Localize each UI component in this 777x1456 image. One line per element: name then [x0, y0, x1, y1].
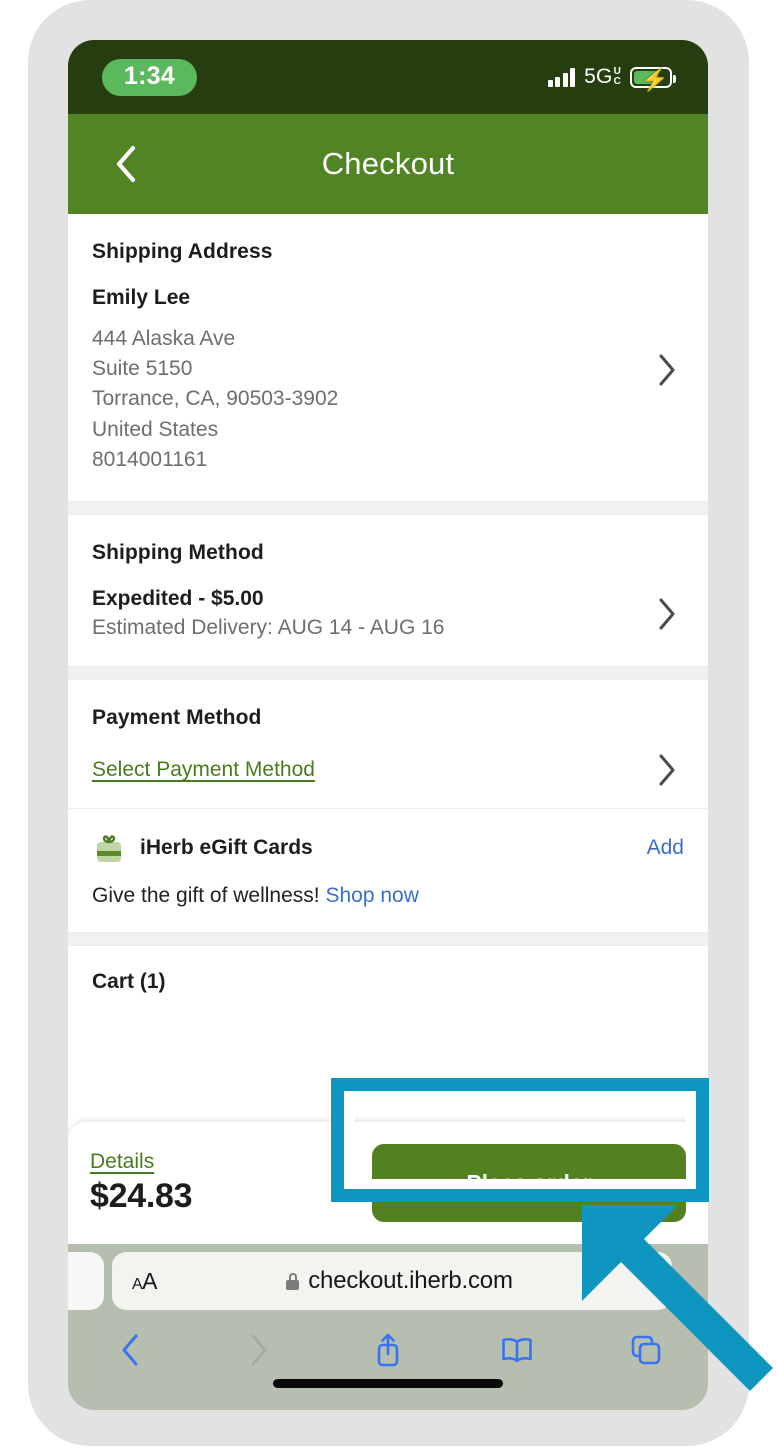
address-line: United States [92, 417, 219, 441]
network-type-suffix: U C [613, 66, 621, 87]
highlight-box-place-order [331, 1078, 709, 1202]
shipping-method-section[interactable]: Shipping Method Expedited - $5.00 Estima… [68, 515, 708, 667]
payment-method-section[interactable]: Payment Method Select Payment Method [68, 680, 708, 809]
select-payment-row[interactable]: Select Payment Method [92, 754, 684, 786]
shipping-address-details: Emily Lee 444 Alaska Ave Suite 5150 Torr… [92, 264, 640, 475]
order-details-link[interactable]: Details [90, 1150, 192, 1174]
safari-bookmarks-button[interactable] [489, 1324, 545, 1376]
address-phone: 8014001161 [92, 447, 208, 471]
gift-cards-row: iHerb eGift Cards Add [92, 831, 684, 865]
address-lines: 444 Alaska Ave Suite 5150 Torrance, CA, … [92, 324, 640, 475]
gift-promo-copy: Give the gift of wellness! [92, 884, 320, 908]
chevron-right-icon [659, 754, 675, 786]
chevron-right-icon [251, 1334, 267, 1366]
shipping-method-chevron[interactable] [650, 598, 684, 630]
pointer-arrow [582, 1205, 773, 1391]
payment-method-chevron[interactable] [650, 754, 684, 786]
home-indicator [273, 1379, 503, 1388]
chevron-left-icon [122, 1334, 138, 1366]
address-line: Suite 5150 [92, 357, 193, 381]
recipient-name: Emily Lee [92, 286, 191, 309]
status-time-pill: 1:34 [102, 58, 197, 96]
gift-cards-label: iHerb eGift Cards [140, 836, 313, 860]
section-divider [68, 666, 708, 681]
order-total-amount: $24.83 [90, 1177, 193, 1215]
gift-box-icon [92, 831, 126, 865]
cellular-signal-icon [547, 67, 576, 87]
shipping-method-row[interactable]: Expedited - $5.00 Estimated Delivery: AU… [92, 587, 684, 640]
share-icon [377, 1333, 399, 1367]
payment-method-heading: Payment Method [92, 706, 262, 730]
lock-icon [286, 1272, 300, 1290]
cart-section: Cart (1) [68, 946, 708, 1085]
shipping-address-row[interactable]: Emily Lee 444 Alaska Ave Suite 5150 Torr… [92, 264, 684, 475]
shipping-eta: Estimated Delivery: AUG 14 - AUG 16 [92, 616, 445, 640]
app-header: Checkout [68, 114, 708, 214]
book-icon [502, 1337, 532, 1363]
gift-shop-now-link[interactable]: Shop now [325, 884, 418, 907]
chevron-right-icon [659, 354, 675, 386]
safari-forward-button[interactable] [231, 1324, 287, 1376]
shipping-option-label: Expedited - $5.00 [92, 587, 264, 611]
safari-url-text: checkout.iherb.com [308, 1267, 513, 1294]
address-line: 444 Alaska Ave [92, 327, 236, 350]
back-button[interactable] [96, 135, 154, 193]
safari-previous-tab[interactable] [68, 1252, 104, 1310]
network-type-text: 5G [584, 65, 613, 88]
address-line: Torrance, CA, 90503-3902 [92, 387, 339, 411]
shipping-address-chevron[interactable] [650, 354, 684, 386]
select-payment-wrap: Select Payment Method [92, 758, 640, 782]
gift-cards-section: iHerb eGift Cards Add Give the gift of w… [68, 809, 708, 933]
screenshot-stage: 1:34 5G U C ⚡ Checkout Shipping Address … [0, 0, 777, 1456]
battery-charging-icon: ⚡ [630, 66, 676, 92]
safari-back-button[interactable] [102, 1324, 158, 1376]
status-indicators: 5G U C ⚡ [547, 65, 676, 92]
checkout-page: Shipping Address Emily Lee 444 Alaska Av… [68, 214, 708, 1085]
select-payment-method-link[interactable]: Select Payment Method [92, 758, 315, 781]
text-size-small-a: A [132, 1275, 143, 1293]
status-bar: 1:34 5G U C ⚡ [68, 40, 708, 114]
chevron-left-icon [116, 145, 136, 183]
page-title: Checkout [321, 146, 455, 181]
shipping-address-section[interactable]: Shipping Address Emily Lee 444 Alaska Av… [68, 214, 708, 502]
section-divider [68, 932, 708, 947]
section-divider [68, 501, 708, 516]
order-totals: Details $24.83 [90, 1150, 193, 1216]
cart-heading: Cart (1) [92, 970, 166, 994]
chevron-right-icon [659, 598, 675, 630]
network-sub: C [613, 76, 621, 87]
network-type-label: 5G U C [584, 65, 621, 89]
gift-promo-text: Give the gift of wellness! Shop now [92, 884, 684, 908]
shipping-method-details: Expedited - $5.00 Estimated Delivery: AU… [92, 587, 640, 640]
shipping-address-heading: Shipping Address [92, 240, 273, 263]
safari-share-button[interactable] [360, 1324, 416, 1376]
gift-card-add-button[interactable]: Add [647, 836, 684, 860]
shipping-method-heading: Shipping Method [92, 541, 264, 565]
